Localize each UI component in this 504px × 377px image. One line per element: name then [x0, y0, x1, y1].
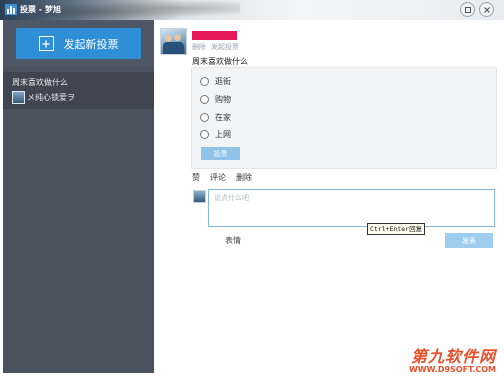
new-vote-button[interactable]: 发起新投票 — [16, 28, 141, 59]
like-link[interactable]: 赞 — [192, 172, 200, 183]
watermark-title: 第九软件网 — [410, 347, 496, 366]
start-vote-link[interactable]: 发起投票 — [211, 42, 239, 52]
close-button[interactable] — [479, 2, 494, 17]
restore-icon — [464, 6, 471, 13]
vote-button[interactable]: 投票 — [201, 147, 240, 160]
window-title: 投票 - 梦旭 — [20, 5, 61, 14]
plus-icon — [38, 36, 54, 51]
watermark-url: WWW.D9SOFT.COM — [408, 365, 496, 374]
delete-link[interactable]: 删除 — [236, 172, 252, 183]
vote-option[interactable]: 购物 — [200, 94, 231, 105]
avatar — [193, 190, 206, 203]
redacted-username — [192, 31, 237, 40]
radio-button[interactable] — [200, 130, 209, 139]
bar-chart-icon — [5, 4, 17, 15]
sidebar: 发起新投票 周末喜欢做什么 メ纯心锁爱ヲ — [3, 20, 154, 373]
vote-option-label: 逛街 — [215, 77, 231, 86]
vote-option[interactable]: 上网 — [200, 129, 231, 140]
emoji-button[interactable]: 表情 — [225, 235, 241, 246]
close-icon — [483, 6, 490, 13]
title-bar: 投票 - 梦旭 — [0, 0, 504, 20]
vote-option[interactable]: 逛街 — [200, 76, 231, 87]
vote-question: 周末喜欢做什么 — [192, 57, 248, 66]
vote-option-label: 上网 — [215, 130, 231, 139]
vote-options-panel: 逛街 购物 在家 上网 投票 — [191, 67, 497, 169]
author-avatar[interactable] — [160, 28, 187, 55]
vote-option-label: 购物 — [215, 95, 231, 104]
ink-brush-decoration — [30, 1, 240, 19]
comment-link[interactable]: 评论 — [210, 172, 226, 183]
vote-list-item-title: 周末喜欢做什么 — [12, 78, 68, 87]
vote-option[interactable]: 在家 — [200, 112, 231, 123]
shortcut-tooltip: Ctrl+Enter回复 — [367, 223, 426, 235]
vote-list-item[interactable]: 周末喜欢做什么 メ纯心锁爱ヲ — [3, 72, 154, 109]
site-watermark: 第九软件网 WWW.D9SOFT.COM — [409, 348, 496, 374]
new-vote-label: 发起新投票 — [63, 37, 119, 51]
restore-button[interactable] — [460, 2, 475, 17]
sidebar-header: 发起新投票 — [3, 20, 154, 67]
avatar — [12, 91, 25, 104]
radio-button[interactable] — [200, 113, 209, 122]
radio-button[interactable] — [200, 77, 209, 86]
comment-input[interactable] — [208, 189, 495, 227]
send-button[interactable]: 发表 — [445, 233, 493, 248]
delete-post-link[interactable]: 删除 — [192, 42, 206, 52]
vote-option-label: 在家 — [215, 113, 231, 122]
vote-list-item-author: メ纯心锁爱ヲ — [27, 93, 75, 102]
radio-button[interactable] — [200, 95, 209, 104]
